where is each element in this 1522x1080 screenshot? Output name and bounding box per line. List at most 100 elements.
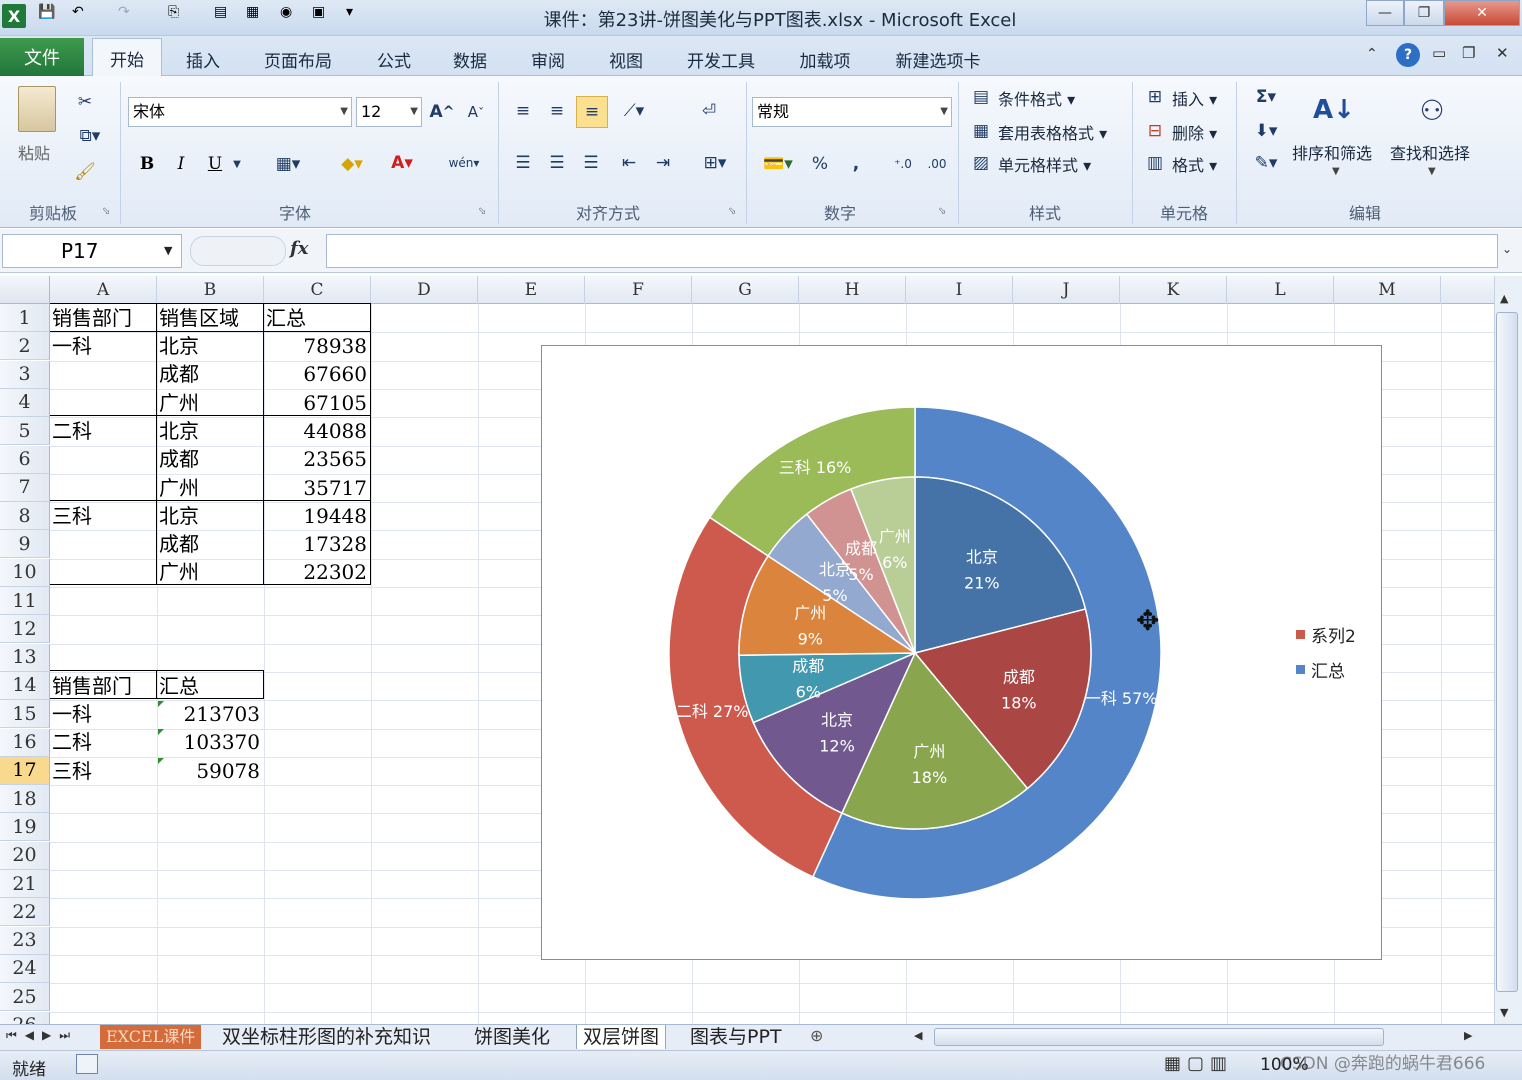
row-header-11[interactable]: 11	[0, 587, 50, 615]
delete-cells-icon[interactable]: ⊟	[1142, 118, 1168, 144]
accounting-format-icon[interactable]: 💳▾	[756, 150, 800, 178]
cell-dept[interactable]: 一科	[52, 700, 92, 728]
find-binoculars-icon[interactable]: ⚇	[1408, 86, 1456, 134]
cell-a8[interactable]: 三科	[52, 502, 92, 530]
cell-region[interactable]: 北京	[159, 417, 199, 445]
tab-insert[interactable]: 插入	[172, 42, 234, 76]
tab-developer[interactable]: 开发工具	[676, 42, 766, 76]
column-header-e[interactable]: E	[478, 276, 585, 304]
collapse-ribbon-icon[interactable]: ⌃	[1366, 46, 1378, 62]
percent-button[interactable]: %	[806, 150, 834, 178]
column-header-k[interactable]: K	[1120, 276, 1227, 304]
clear-icon[interactable]: ✎▾	[1246, 150, 1286, 176]
view-mode-icons[interactable]: ▦▢▥	[1164, 1053, 1233, 1074]
cell-value[interactable]: 17328	[264, 530, 370, 558]
format-painter-icon[interactable]: 🖌	[72, 160, 98, 184]
cell-total[interactable]: 59078	[157, 757, 263, 785]
shrink-font-button[interactable]: Aˇ	[462, 98, 490, 126]
tab-review[interactable]: 审阅	[518, 42, 578, 76]
delete-cells-button[interactable]: 删除 ▾	[1172, 120, 1217, 144]
row-header-6[interactable]: 6	[0, 445, 50, 474]
cell-value[interactable]: 44088	[264, 417, 370, 445]
sheet-tab-dual-axis[interactable]: 双坐标柱形图的补充知识	[216, 1025, 437, 1049]
font-color-button[interactable]: A ▾	[380, 148, 424, 178]
paste-button[interactable]: 粘贴	[18, 140, 50, 164]
cell-region[interactable]: 北京	[159, 332, 199, 360]
legend-entry-series2[interactable]: 系列2	[1296, 622, 1356, 647]
font-size-combo[interactable]: 12 ▼	[356, 97, 422, 127]
vertical-scroll-thumb[interactable]	[1496, 312, 1518, 992]
row-header-12[interactable]: 12	[0, 615, 50, 644]
row-header-14[interactable]: 14	[0, 671, 50, 700]
undo-icon[interactable]: ↶	[72, 4, 98, 30]
sheet-nav-icons[interactable]: ⏮◀▶⏭	[6, 1028, 78, 1043]
format-as-table-button[interactable]: 套用表格格式 ▾	[998, 120, 1107, 144]
paste-icon[interactable]	[18, 86, 56, 132]
format-as-table-icon[interactable]: ▦	[968, 118, 994, 144]
cell-c1[interactable]: 汇总	[266, 304, 306, 332]
chevron-down-icon[interactable]: ▼	[1332, 166, 1340, 177]
error-indicator-icon[interactable]	[158, 729, 164, 736]
tab-view[interactable]: 视图	[596, 42, 656, 76]
scroll-up-icon[interactable]: ▲	[1500, 292, 1508, 305]
row-header-5[interactable]: 5	[0, 417, 50, 446]
cut-icon[interactable]: ✂	[72, 90, 98, 114]
row-header-19[interactable]: 19	[0, 813, 50, 842]
cell-value[interactable]: 67660	[264, 360, 370, 388]
sheet-tab-chart-ppt[interactable]: 图表与PPT	[684, 1025, 788, 1049]
cell-region[interactable]: 广州	[159, 389, 199, 417]
form-icon[interactable]: ▦	[246, 4, 272, 30]
cell-total[interactable]: 103370	[157, 728, 263, 756]
sheet-tab-pie-beautify[interactable]: 饼图美化	[468, 1025, 556, 1049]
row-header-15[interactable]: 15	[0, 700, 50, 729]
tab-data[interactable]: 数据	[440, 42, 500, 76]
help-icon[interactable]: ?	[1396, 43, 1420, 67]
row-header-3[interactable]: 3	[0, 360, 50, 389]
find-select-button[interactable]: 查找和选择	[1390, 140, 1470, 164]
select-all-corner[interactable]	[0, 276, 50, 304]
cell-value[interactable]: 19448	[264, 502, 370, 530]
column-header-c[interactable]: C	[264, 276, 371, 304]
cell-a2[interactable]: 一科	[52, 332, 92, 360]
font-name-combo[interactable]: 宋体 ▼	[128, 97, 352, 127]
increase-indent-icon[interactable]: ⇥	[648, 148, 678, 178]
conditional-formatting-button[interactable]: 条件格式 ▾	[998, 86, 1075, 110]
dialog-launcher-icon[interactable]: ⬂	[478, 206, 486, 217]
chevron-down-icon[interactable]: ▼	[1428, 166, 1436, 177]
insert-cells-icon[interactable]: ⊞	[1142, 84, 1168, 110]
restore-button[interactable]: ❐	[1404, 0, 1444, 26]
sort-filter-icon[interactable]: A↓	[1310, 86, 1358, 134]
tab-file[interactable]: 文件	[0, 38, 84, 76]
phonetic-guide-button[interactable]: wén ▾	[440, 148, 488, 178]
tab-add-ins[interactable]: 加载项	[788, 42, 862, 76]
formula-splitter[interactable]	[190, 236, 286, 266]
double-pie-chart[interactable]: 一科 57% 二科 27% 三科 16% 北京 21% 成都 18% 广州 18% 北京 12% 成都…	[542, 346, 1383, 961]
chevron-down-icon[interactable]: ▼	[164, 244, 172, 257]
cell-styles-icon[interactable]: ▨	[968, 150, 994, 176]
macro-record-icon[interactable]	[76, 1054, 98, 1074]
sort-filter-button[interactable]: 排序和筛选	[1292, 140, 1372, 164]
wrap-text-icon[interactable]: ⏎	[694, 96, 724, 126]
scroll-left-icon[interactable]: ◀	[914, 1029, 922, 1042]
cell-a5[interactable]: 二科	[52, 417, 92, 445]
insert-sheet-icon[interactable]: ⊕	[810, 1026, 823, 1045]
workbook-restore-icon[interactable]: ❐	[1462, 44, 1475, 62]
orientation-icon[interactable]: ⟋▾	[614, 96, 654, 126]
tab-page-layout[interactable]: 页面布局	[252, 42, 344, 76]
column-header-m[interactable]: M	[1334, 276, 1441, 304]
visual-basic-icon[interactable]: ▣	[312, 4, 338, 30]
cell-region[interactable]: 成都	[159, 530, 199, 558]
scroll-right-icon[interactable]: ▶	[1464, 1029, 1472, 1042]
italic-button[interactable]: I	[168, 150, 194, 178]
merge-center-icon[interactable]: ⊞▾	[694, 148, 736, 178]
horizontal-scroll-thumb[interactable]	[934, 1028, 1384, 1046]
column-header-j[interactable]: J	[1013, 276, 1120, 304]
row-header-16[interactable]: 16	[0, 728, 50, 757]
cell-region[interactable]: 北京	[159, 502, 199, 530]
error-indicator-icon[interactable]	[158, 757, 164, 764]
scroll-down-icon[interactable]: ▼	[1500, 1006, 1508, 1019]
sheet-tab-double-pie[interactable]: 双层饼图	[576, 1025, 667, 1049]
row-header-8[interactable]: 8	[0, 502, 50, 531]
cell-value[interactable]: 78938	[264, 332, 370, 360]
row-header-13[interactable]: 13	[0, 643, 50, 672]
